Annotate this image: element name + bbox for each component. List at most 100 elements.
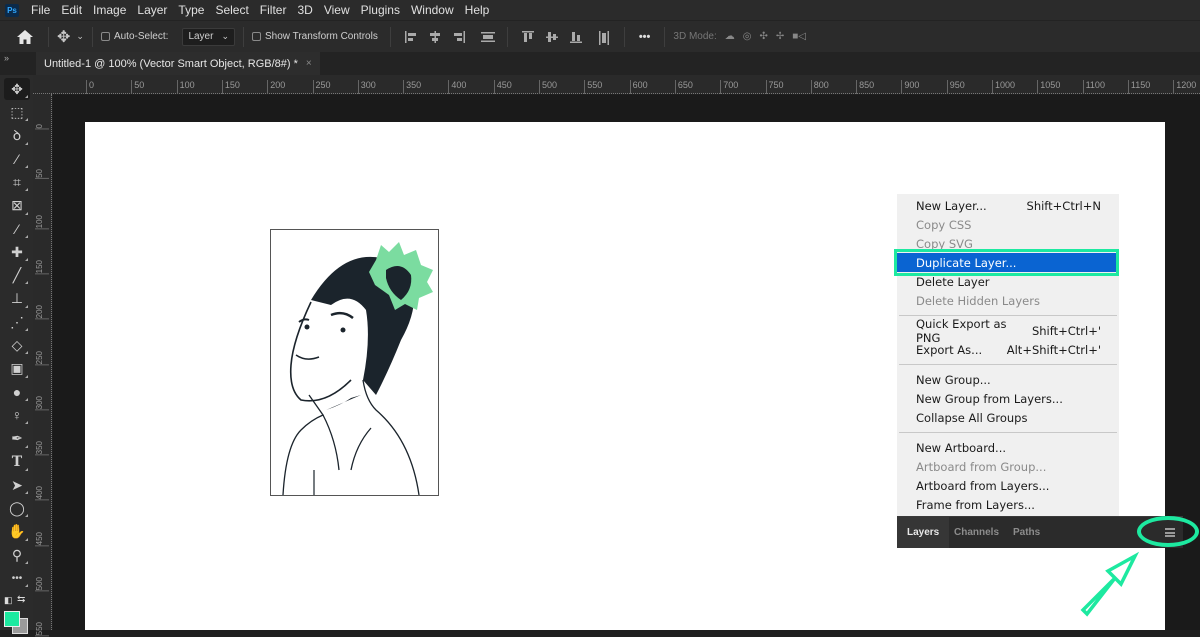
menu-item-export-as[interactable]: Export As... Alt+Shift+Ctrl+' [897, 340, 1119, 359]
marquee-tool[interactable]: ⬚ [4, 101, 30, 123]
menu-item-new-group[interactable]: New Group... [897, 370, 1119, 389]
align-horizontal-center-icon[interactable] [429, 30, 441, 43]
chevron-down-icon: ⌄ [221, 31, 229, 41]
tab-paths[interactable]: Paths [1003, 517, 1050, 548]
menu-item-quick-export-as-png[interactable]: Quick Export as PNG Shift+Ctrl+' [897, 317, 1119, 345]
vertical-ruler: 0 50 100 150 200 250 300 350 400 450 500 550 [33, 94, 52, 637]
zoom-icon: ⚲ [11, 546, 23, 563]
ruler-h-label: 800 [810, 80, 829, 94]
magic-wand-icon: ⁄ [15, 150, 19, 167]
tool-flyout-indicator [25, 444, 28, 448]
woman-portrait-illustration [282, 242, 433, 496]
history-brush-tool[interactable]: ⋰ [4, 311, 30, 333]
expand-panels-icon[interactable]: » [4, 53, 9, 63]
crop-tool[interactable]: ⌗ [4, 171, 30, 193]
align-vertical-center-icon[interactable] [545, 31, 558, 43]
tab-paths-label: Paths [1013, 527, 1041, 538]
menu-file[interactable]: File [31, 3, 50, 17]
ruler-h-label: 550 [584, 80, 602, 94]
menu-item-new-artboard[interactable]: New Artboard... [897, 438, 1119, 457]
tool-flyout-indicator [25, 304, 28, 308]
menu-type[interactable]: Type [178, 3, 204, 17]
hand-tool[interactable]: ✋ [4, 521, 30, 543]
type-tool[interactable]: T [4, 451, 30, 473]
clone-stamp-icon: ⊥ [10, 290, 24, 307]
menu-view[interactable]: View [324, 3, 350, 17]
align-right-icon[interactable] [453, 30, 465, 43]
default-colors-icon[interactable]: ◧ [4, 595, 13, 606]
ellipse-tool[interactable]: ◯ [4, 497, 30, 519]
orbit-3d-icon[interactable]: ☁ [725, 31, 735, 42]
menu-help[interactable]: Help [465, 3, 490, 17]
menu-item-frame-from-layers[interactable]: Frame from Layers... [897, 495, 1119, 514]
tool-flyout-indicator [25, 118, 28, 122]
ruler-v-label: 500 [35, 577, 49, 592]
close-icon[interactable]: × [306, 58, 312, 69]
chevron-down-icon[interactable]: ⌄ [76, 31, 84, 42]
move-icon[interactable]: ✥ [57, 27, 70, 47]
magic-wand-tool[interactable]: ⁄ [4, 148, 30, 170]
camera-3d-icon[interactable]: ■◁ [792, 31, 806, 42]
drag-3d-icon[interactable]: ✣ [759, 31, 767, 42]
path-selection-tool[interactable]: ➤ [4, 474, 30, 496]
menu-item-new-group-from-layers[interactable]: New Group from Layers... [897, 389, 1119, 408]
healing-brush-icon: ✚ [11, 243, 23, 260]
swap-colors-icon[interactable]: ⇆ [17, 594, 25, 605]
blur-tool[interactable]: ● [4, 381, 30, 403]
lasso-tool[interactable]: ꝺ [4, 125, 30, 147]
roll-3d-icon[interactable]: ◎ [743, 31, 752, 42]
menu-item-new-layer[interactable]: New Layer... Shift+Ctrl+N [897, 196, 1119, 215]
menu-item-copy-css: Copy CSS [897, 215, 1119, 234]
eraser-tool[interactable]: ◇ [4, 334, 30, 356]
3d-mode-label: 3D Mode: [673, 31, 717, 42]
menu-edit[interactable]: Edit [61, 3, 82, 17]
align-left-icon[interactable] [404, 30, 417, 43]
type-icon: T [11, 453, 23, 470]
healing-brush-tool[interactable]: ✚ [4, 241, 30, 263]
tab-channels[interactable]: Channels [944, 517, 1009, 548]
auto-select-target-dropdown[interactable]: Layer ⌄ [182, 27, 235, 46]
dodge-tool[interactable]: ♀ [4, 404, 30, 426]
frame-tool[interactable]: ⊠ [4, 195, 30, 217]
auto-select-checkbox[interactable] [100, 32, 110, 41]
clone-stamp-tool[interactable]: ⊥ [4, 288, 30, 310]
home-icon[interactable] [16, 29, 34, 44]
document-tab[interactable]: Untitled-1 @ 100% (Vector Smart Object, … [36, 52, 320, 75]
arrow-annotation-icon [1080, 551, 1140, 617]
tool-flyout-indicator [25, 188, 28, 192]
eyedropper-tool[interactable]: ⁄ [4, 218, 30, 240]
ruler-h-label: 500 [539, 80, 557, 94]
zoom-tool[interactable]: ⚲ [4, 544, 30, 566]
menu-bar: Ps File Edit Image Layer Type Select Fil… [0, 0, 1200, 20]
more-options-button[interactable]: ••• [639, 31, 651, 43]
menu-layer[interactable]: Layer [137, 3, 167, 17]
menu-image[interactable]: Image [93, 3, 126, 17]
tab-layers[interactable]: Layers [897, 517, 950, 548]
foreground-color-swatch[interactable] [4, 611, 20, 627]
menu-plugins[interactable]: Plugins [361, 3, 400, 17]
gradient-tool[interactable]: ▣ [4, 358, 30, 380]
ruler-v-label: 100 [35, 214, 49, 229]
menu-filter[interactable]: Filter [260, 3, 287, 17]
menu-item-label: New Artboard... [916, 440, 1007, 455]
ruler-h-label: 700 [720, 80, 738, 94]
tool-flyout-indicator [25, 95, 28, 98]
menu-3d[interactable]: 3D [297, 3, 312, 17]
brush-tool[interactable]: ╱ [4, 264, 30, 286]
menu-select[interactable]: Select [215, 3, 248, 17]
document-tab-title: Untitled-1 @ 100% (Vector Smart Object, … [44, 57, 298, 70]
pen-tool[interactable]: ✒ [4, 428, 30, 450]
align-bottom-icon[interactable] [569, 31, 582, 43]
distribute-horizontal-icon[interactable] [480, 31, 495, 43]
distribute-vertical-icon[interactable] [598, 30, 610, 45]
menu-item-artboard-from-layers[interactable]: Artboard from Layers... [897, 476, 1119, 495]
tool-flyout-indicator [25, 141, 28, 145]
move-tool[interactable]: ✥ [4, 78, 30, 100]
menu-window[interactable]: Window [411, 3, 454, 17]
edit-toolbar[interactable]: ••• [4, 567, 30, 589]
illustration-layer[interactable] [270, 229, 439, 496]
show-transform-checkbox[interactable] [252, 32, 261, 41]
align-top-icon[interactable] [521, 30, 534, 43]
slide-3d-icon[interactable]: ✢ [776, 31, 784, 42]
menu-item-collapse-all-groups[interactable]: Collapse All Groups [897, 408, 1119, 427]
